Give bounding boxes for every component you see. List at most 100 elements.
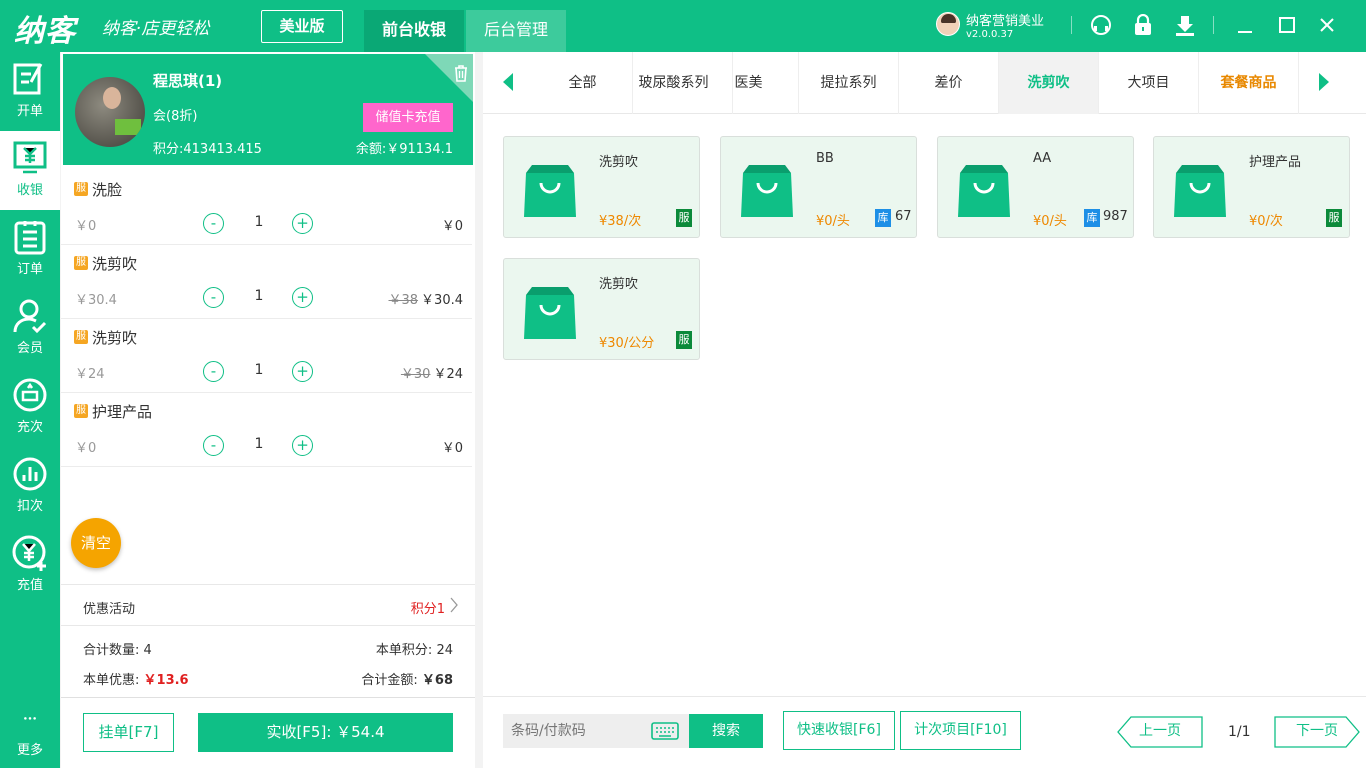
- sidebar-item-label: 充次: [16, 420, 43, 435]
- maximize-icon[interactable]: [1276, 14, 1298, 36]
- shopping-bag-icon: [524, 287, 576, 339]
- member-card[interactable]: 程思琪(1) 会(8折) 储值卡充值 积分:413413.415 余额:￥911…: [63, 54, 473, 165]
- sidebar-item-recharge-times[interactable]: 充次: [0, 368, 60, 447]
- product-panel: 全部 玻尿酸系列 医美 提拉系列 差价 洗剪吹 大项目 套餐商品 洗剪吹 ¥38…: [483, 52, 1366, 768]
- lock-icon[interactable]: [1132, 14, 1154, 36]
- product-card[interactable]: AA ¥0/头 库 987: [937, 136, 1134, 238]
- clear-cart-button[interactable]: 清空: [71, 518, 121, 568]
- yen-plus-icon: [12, 535, 46, 571]
- product-name: 护理产品: [1249, 155, 1302, 170]
- sidebar-item-orders[interactable]: 订单: [0, 210, 60, 289]
- tab-front-cashier[interactable]: 前台收银: [364, 10, 464, 52]
- stock-badge: 库: [875, 209, 891, 227]
- summary-label: 本单优惠:: [83, 673, 140, 688]
- increase-button[interactable]: +: [292, 287, 313, 308]
- product-price: ¥38/次: [599, 214, 642, 229]
- stored-card-recharge-button[interactable]: 储值卡充值: [363, 103, 453, 132]
- summary-label: 合计金额:: [361, 673, 418, 688]
- hang-order-button[interactable]: 挂单[F7]: [83, 713, 174, 752]
- item-quantity[interactable]: 1: [251, 436, 267, 452]
- service-badge: 服: [676, 331, 692, 349]
- product-card[interactable]: 护理产品 ¥0/次 服: [1153, 136, 1350, 238]
- member-photo: [75, 77, 145, 147]
- service-badge: 服: [676, 209, 692, 227]
- cart-item[interactable]: 服 洗剪吹 ￥30.4 - 1 + ￥38 ￥30.4: [61, 245, 472, 319]
- trash-icon[interactable]: [453, 64, 469, 82]
- cart-item[interactable]: 服 洗剪吹 ￥24 - 1 + ￥30 ￥24: [61, 319, 472, 393]
- order-discount: 本单优惠: ￥13.6: [83, 669, 189, 688]
- next-page-button[interactable]: 下一页: [1274, 716, 1360, 748]
- sidebar-item-deduct-times[interactable]: 扣次: [0, 447, 60, 526]
- product-card[interactable]: 洗剪吹 ¥30/公分 服: [503, 258, 700, 360]
- sidebar-item-members[interactable]: 会员: [0, 289, 60, 368]
- item-quantity[interactable]: 1: [251, 288, 267, 304]
- sidebar-item-cashier[interactable]: 收银: [0, 131, 60, 210]
- sidebar-item-more[interactable]: 更多: [0, 709, 60, 768]
- clipboard-icon: [14, 221, 46, 255]
- item-total: ￥0: [439, 215, 463, 234]
- category-tab[interactable]: 差价: [899, 52, 999, 114]
- product-name: 洗剪吹: [599, 155, 639, 170]
- count-items-button[interactable]: 计次项目[F10]: [900, 711, 1021, 750]
- summary-label: 本单积分:: [375, 643, 433, 658]
- tab-back-management[interactable]: 后台管理: [466, 10, 566, 52]
- app-slogan: 纳客·店更轻松: [102, 19, 210, 39]
- promotion-row[interactable]: 优惠活动 积分1: [61, 584, 475, 626]
- search-button[interactable]: 搜索: [689, 714, 763, 748]
- decrease-button[interactable]: -: [203, 435, 224, 456]
- arrow-left-icon[interactable]: [502, 72, 514, 92]
- cart-item[interactable]: 服 洗脸 ￥0 - 1 + ￥0: [61, 171, 472, 245]
- category-tab[interactable]: 全部: [533, 52, 633, 114]
- item-price: ￥0: [75, 441, 97, 456]
- arrow-right-icon[interactable]: [1318, 72, 1330, 92]
- increase-button[interactable]: +: [292, 361, 313, 382]
- bottom-toolbar: 搜索 快速收银[F6] 计次项目[F10] 上一页 1/1 下一页: [483, 696, 1366, 768]
- minimize-icon[interactable]: [1234, 14, 1256, 36]
- category-tab[interactable]: 提拉系列: [799, 52, 899, 114]
- item-quantity[interactable]: 1: [251, 362, 267, 378]
- decrease-button[interactable]: -: [203, 213, 224, 234]
- original-price: ￥30: [400, 367, 431, 382]
- sidebar-item-label: 扣次: [16, 499, 43, 514]
- order-points: 本单积分: 24: [376, 639, 453, 658]
- divider: [1071, 16, 1072, 34]
- summary-label: 合计数量:: [83, 643, 140, 658]
- prev-page-label: 上一页: [1139, 723, 1181, 739]
- category-tab[interactable]: 套餐商品: [1199, 52, 1299, 114]
- sidebar-item-open-order[interactable]: 开单: [0, 52, 60, 131]
- keyboard-icon[interactable]: [651, 722, 679, 740]
- category-tab[interactable]: 医美: [699, 52, 799, 114]
- product-card[interactable]: BB ¥0/头 库 67: [720, 136, 917, 238]
- item-total: ￥38 ￥30.4: [389, 289, 464, 308]
- sidebar: 开单 收银 订单 会员 充次 扣次 充值 更多: [0, 52, 60, 768]
- member-points: 积分:413413.415: [153, 142, 262, 157]
- item-total: ￥30 ￥24: [401, 363, 463, 382]
- decrease-button[interactable]: -: [203, 361, 224, 382]
- stock-count: 987: [1103, 209, 1128, 224]
- category-tab[interactable]: 洗剪吹: [999, 52, 1099, 114]
- cart-item[interactable]: 服 护理产品 ￥0 - 1 + ￥0: [61, 393, 472, 467]
- download-icon[interactable]: [1174, 14, 1196, 36]
- sidebar-item-top-up[interactable]: 充值: [0, 526, 60, 605]
- edition-badge[interactable]: 美业版: [261, 10, 343, 43]
- stock-badge: 库: [1084, 209, 1100, 227]
- product-card[interactable]: 洗剪吹 ¥38/次 服: [503, 136, 700, 238]
- member-name: 程思琪(1): [153, 72, 223, 90]
- item-name: 洗脸: [92, 181, 123, 199]
- support-headset-icon[interactable]: [1090, 14, 1112, 36]
- category-tab[interactable]: 大项目: [1099, 52, 1199, 114]
- item-quantity[interactable]: 1: [251, 214, 267, 230]
- close-icon[interactable]: [1316, 14, 1338, 36]
- increase-button[interactable]: +: [292, 435, 313, 456]
- quick-cashier-button[interactable]: 快速收银[F6]: [783, 711, 895, 750]
- increase-button[interactable]: +: [292, 213, 313, 234]
- prev-page-button[interactable]: 上一页: [1117, 716, 1203, 748]
- more-icon: [24, 717, 36, 720]
- product-price: ¥0/头: [1033, 214, 1067, 229]
- sidebar-item-label: 收银: [16, 183, 43, 198]
- promotion-label: 优惠活动: [83, 602, 136, 617]
- decrease-button[interactable]: -: [203, 287, 224, 308]
- cart-panel: 程思琪(1) 会(8折) 储值卡充值 积分:413413.415 余额:￥911…: [61, 52, 475, 768]
- sidebar-item-label: 更多: [16, 743, 43, 758]
- pay-button[interactable]: 实收[F5]: ￥54.4: [198, 713, 453, 752]
